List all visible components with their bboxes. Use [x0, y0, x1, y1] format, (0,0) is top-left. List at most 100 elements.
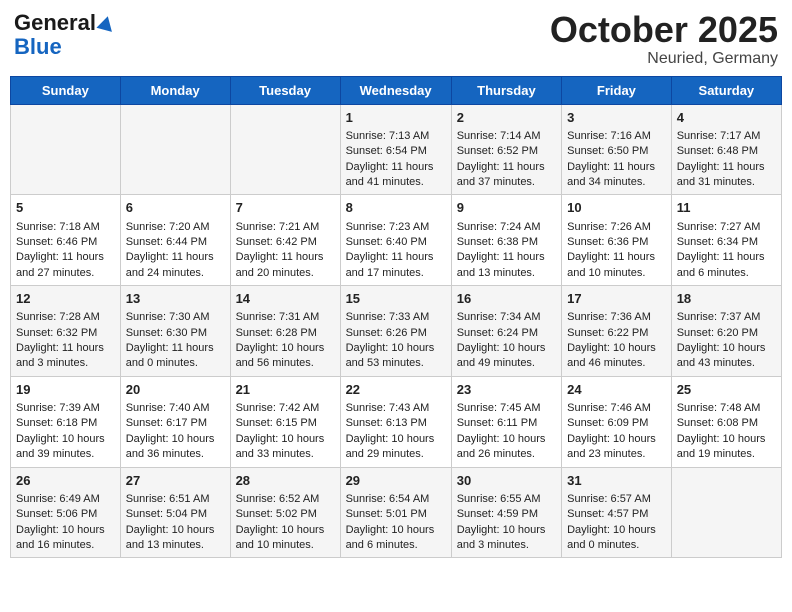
day-info-line: Sunset: 6:09 PM [567, 416, 666, 431]
day-number: 13 [126, 290, 225, 308]
day-info-line: Daylight: 10 hours and 29 minutes. [346, 432, 446, 463]
calendar-cell: 20Sunrise: 7:40 AMSunset: 6:17 PMDayligh… [120, 376, 230, 467]
calendar-cell: 10Sunrise: 7:26 AMSunset: 6:36 PMDayligh… [562, 195, 672, 286]
day-info-line: Sunset: 6:36 PM [567, 235, 666, 250]
day-info-line: Sunrise: 6:49 AM [16, 492, 115, 507]
day-info-line: Sunset: 4:59 PM [457, 507, 556, 522]
day-info-line: Sunrise: 7:48 AM [677, 401, 776, 416]
day-number: 15 [346, 290, 446, 308]
day-info-line: Sunrise: 7:20 AM [126, 220, 225, 235]
day-info-line: Daylight: 10 hours and 0 minutes. [567, 523, 666, 554]
calendar-cell: 11Sunrise: 7:27 AMSunset: 6:34 PMDayligh… [671, 195, 781, 286]
calendar-cell: 18Sunrise: 7:37 AMSunset: 6:20 PMDayligh… [671, 286, 781, 377]
day-info-line: Sunrise: 7:42 AM [236, 401, 335, 416]
day-info-line: Sunrise: 7:23 AM [346, 220, 446, 235]
day-info-line: Sunset: 6:17 PM [126, 416, 225, 431]
day-info-line: Daylight: 11 hours and 3 minutes. [16, 341, 115, 372]
calendar-cell: 6Sunrise: 7:20 AMSunset: 6:44 PMDaylight… [120, 195, 230, 286]
calendar-cell [11, 104, 121, 195]
day-info-line: Sunset: 6:20 PM [677, 326, 776, 341]
weekday-header-saturday: Saturday [671, 76, 781, 104]
day-info-line: Sunset: 6:13 PM [346, 416, 446, 431]
calendar-cell: 7Sunrise: 7:21 AMSunset: 6:42 PMDaylight… [230, 195, 340, 286]
day-info-line: Daylight: 10 hours and 36 minutes. [126, 432, 225, 463]
day-info-line: Sunrise: 7:43 AM [346, 401, 446, 416]
calendar-week-row: 1Sunrise: 7:13 AMSunset: 6:54 PMDaylight… [11, 104, 782, 195]
day-info-line: Daylight: 10 hours and 56 minutes. [236, 341, 335, 372]
day-number: 17 [567, 290, 666, 308]
day-number: 31 [567, 472, 666, 490]
day-info-line: Sunrise: 7:33 AM [346, 310, 446, 325]
calendar-cell: 29Sunrise: 6:54 AMSunset: 5:01 PMDayligh… [340, 467, 451, 558]
day-number: 16 [457, 290, 556, 308]
title-block: October 2025 Neuried, Germany [550, 10, 778, 68]
day-info-line: Daylight: 11 hours and 31 minutes. [677, 160, 776, 191]
calendar-cell: 15Sunrise: 7:33 AMSunset: 6:26 PMDayligh… [340, 286, 451, 377]
day-info-line: Sunrise: 6:52 AM [236, 492, 335, 507]
day-info-line: Sunset: 6:52 PM [457, 144, 556, 159]
logo: General Blue [14, 10, 114, 58]
day-info-line: Daylight: 10 hours and 46 minutes. [567, 341, 666, 372]
logo-general-text: General [14, 10, 96, 36]
day-info-line: Daylight: 10 hours and 23 minutes. [567, 432, 666, 463]
calendar-cell: 25Sunrise: 7:48 AMSunset: 6:08 PMDayligh… [671, 376, 781, 467]
day-info-line: Sunrise: 6:57 AM [567, 492, 666, 507]
day-number: 7 [236, 199, 335, 217]
calendar-cell: 9Sunrise: 7:24 AMSunset: 6:38 PMDaylight… [451, 195, 561, 286]
calendar-cell [120, 104, 230, 195]
calendar-cell: 14Sunrise: 7:31 AMSunset: 6:28 PMDayligh… [230, 286, 340, 377]
day-info-line: Daylight: 11 hours and 41 minutes. [346, 160, 446, 191]
page-header: General Blue October 2025 Neuried, Germa… [10, 10, 782, 68]
day-info-line: Sunrise: 7:37 AM [677, 310, 776, 325]
day-number: 5 [16, 199, 115, 217]
day-info-line: Sunrise: 7:27 AM [677, 220, 776, 235]
day-info-line: Sunset: 6:44 PM [126, 235, 225, 250]
day-info-line: Sunset: 6:26 PM [346, 326, 446, 341]
logo-blue-text: Blue [14, 36, 62, 58]
day-info-line: Daylight: 10 hours and 13 minutes. [126, 523, 225, 554]
calendar-cell: 16Sunrise: 7:34 AMSunset: 6:24 PMDayligh… [451, 286, 561, 377]
day-info-line: Sunrise: 6:54 AM [346, 492, 446, 507]
day-number: 2 [457, 109, 556, 127]
day-info-line: Sunset: 5:02 PM [236, 507, 335, 522]
day-number: 27 [126, 472, 225, 490]
day-info-line: Sunrise: 7:13 AM [346, 129, 446, 144]
calendar-cell: 21Sunrise: 7:42 AMSunset: 6:15 PMDayligh… [230, 376, 340, 467]
calendar-header-row: SundayMondayTuesdayWednesdayThursdayFrid… [11, 76, 782, 104]
day-info-line: Sunrise: 7:16 AM [567, 129, 666, 144]
day-info-line: Sunrise: 7:46 AM [567, 401, 666, 416]
day-info-line: Sunset: 6:11 PM [457, 416, 556, 431]
day-number: 14 [236, 290, 335, 308]
calendar-cell: 12Sunrise: 7:28 AMSunset: 6:32 PMDayligh… [11, 286, 121, 377]
day-info-line: Daylight: 11 hours and 17 minutes. [346, 250, 446, 281]
day-info-line: Sunrise: 7:45 AM [457, 401, 556, 416]
day-info-line: Sunrise: 7:31 AM [236, 310, 335, 325]
day-info-line: Sunset: 6:50 PM [567, 144, 666, 159]
day-info-line: Sunset: 5:06 PM [16, 507, 115, 522]
calendar-week-row: 5Sunrise: 7:18 AMSunset: 6:46 PMDaylight… [11, 195, 782, 286]
day-number: 12 [16, 290, 115, 308]
day-info-line: Sunset: 6:24 PM [457, 326, 556, 341]
day-number: 25 [677, 381, 776, 399]
weekday-header-friday: Friday [562, 76, 672, 104]
calendar-cell: 5Sunrise: 7:18 AMSunset: 6:46 PMDaylight… [11, 195, 121, 286]
day-info-line: Daylight: 11 hours and 27 minutes. [16, 250, 115, 281]
day-number: 1 [346, 109, 446, 127]
day-info-line: Sunrise: 7:36 AM [567, 310, 666, 325]
calendar-cell: 19Sunrise: 7:39 AMSunset: 6:18 PMDayligh… [11, 376, 121, 467]
calendar-cell [230, 104, 340, 195]
calendar-cell [671, 467, 781, 558]
day-info-line: Sunset: 6:38 PM [457, 235, 556, 250]
weekday-header-sunday: Sunday [11, 76, 121, 104]
day-number: 26 [16, 472, 115, 490]
day-info-line: Sunset: 6:30 PM [126, 326, 225, 341]
calendar-title: October 2025 [550, 10, 778, 50]
day-info-line: Sunrise: 6:51 AM [126, 492, 225, 507]
day-number: 19 [16, 381, 115, 399]
day-info-line: Sunset: 6:54 PM [346, 144, 446, 159]
calendar-week-row: 19Sunrise: 7:39 AMSunset: 6:18 PMDayligh… [11, 376, 782, 467]
day-number: 4 [677, 109, 776, 127]
day-info-line: Sunrise: 7:30 AM [126, 310, 225, 325]
day-info-line: Sunset: 6:48 PM [677, 144, 776, 159]
day-info-line: Sunset: 4:57 PM [567, 507, 666, 522]
